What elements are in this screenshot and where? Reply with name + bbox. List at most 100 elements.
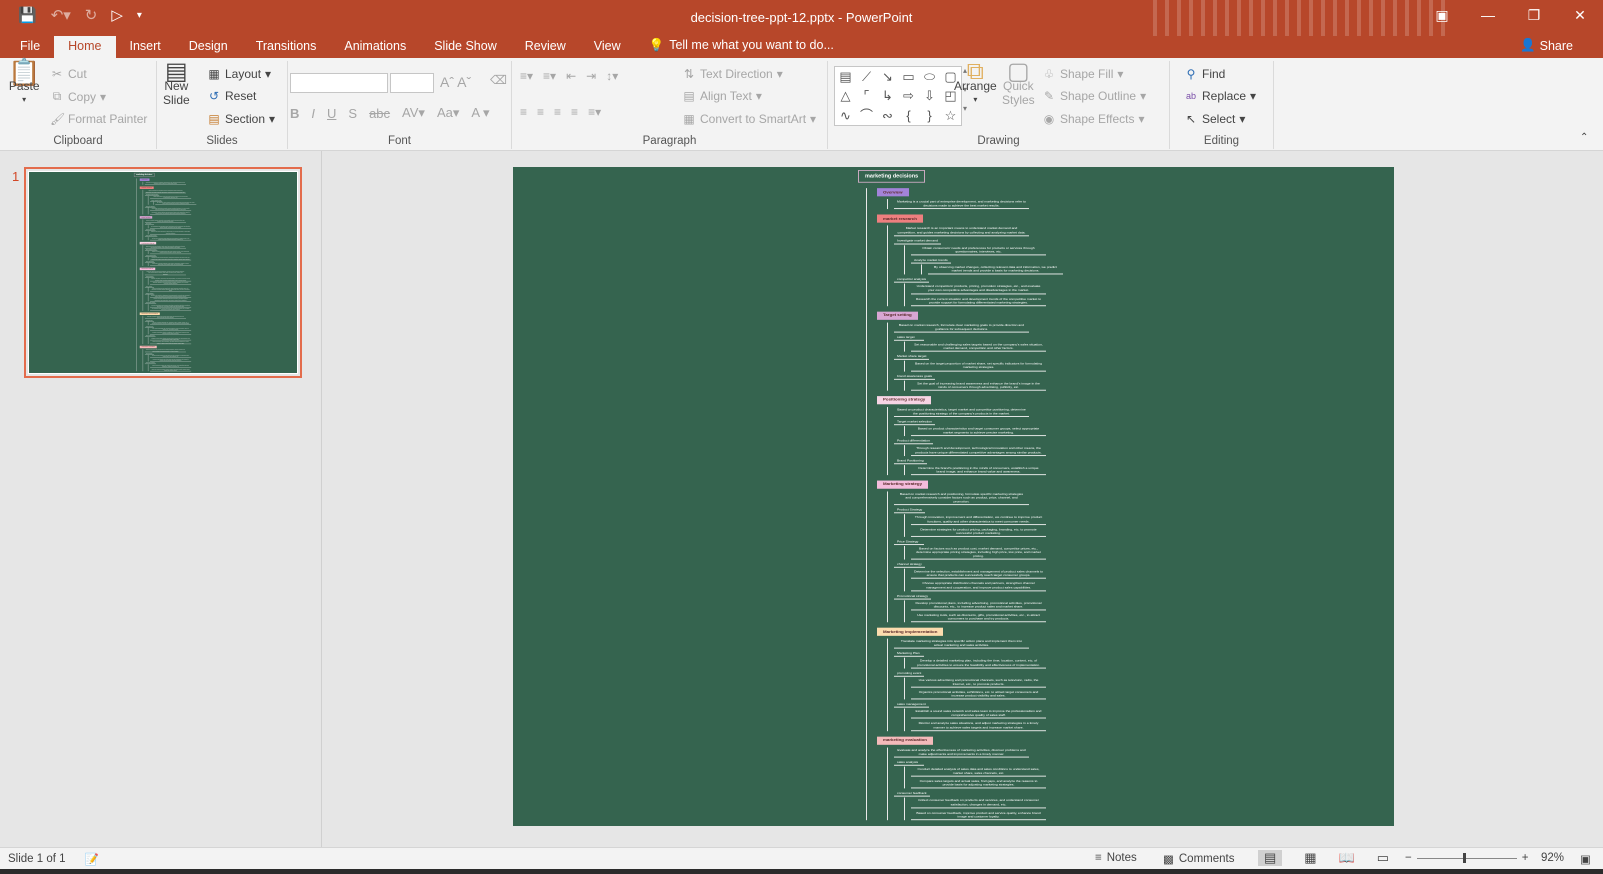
vertical-scrollbar[interactable] (1585, 151, 1603, 847)
collapse-ribbon-icon[interactable]: ⌃ (1580, 132, 1588, 143)
section-button[interactable]: ▤ Section ▾ (207, 112, 275, 126)
restore-button[interactable]: ❐ (1511, 0, 1557, 30)
numbering-icon[interactable]: ≡▾ (543, 69, 556, 83)
node-text[interactable]: Based on factors such as product cost, m… (911, 546, 1046, 560)
layout-button[interactable]: ▦ Layout ▾ (207, 67, 271, 81)
node-text[interactable]: Target market selection (894, 419, 936, 426)
tell-me-box[interactable]: 💡 Tell me what you want to do... (635, 35, 848, 58)
mind-map-root[interactable]: marketing decisions (858, 170, 926, 183)
node-text[interactable]: Based on product characteristics, target… (144, 245, 186, 249)
decrease-indent-icon[interactable]: ⇤ (566, 69, 576, 83)
node-text[interactable]: Price Strategy (894, 538, 924, 545)
node-text[interactable]: By observing market changes, collecting … (928, 264, 1063, 275)
node-text[interactable]: Develop promotional plans, including adv… (911, 600, 1046, 611)
node-text[interactable]: Choose appropriate distribution channels… (150, 298, 192, 302)
zoom-in-icon[interactable]: + (1522, 852, 1529, 864)
node-text[interactable]: Determine the selection, establishment a… (911, 569, 1046, 580)
char-spacing-button[interactable]: AV▾ (402, 105, 425, 121)
category-label[interactable]: market research (877, 214, 923, 224)
star-shape-icon[interactable]: ☆ (940, 106, 961, 125)
font-name-input[interactable] (290, 73, 388, 93)
node-text[interactable]: Market share target (894, 354, 930, 361)
node-text[interactable]: Based on market research and positioning… (144, 271, 186, 276)
find-button[interactable]: ⚲ Find (1184, 67, 1226, 81)
shape-effects-button[interactable]: ◉ Shape Effects ▾ (1042, 112, 1145, 126)
align-right-icon[interactable]: ≡ (554, 105, 561, 119)
node-text[interactable]: Set reasonable and challenging sales tar… (911, 342, 1046, 352)
node-text[interactable]: Obtain consumers' needs and preferences … (911, 245, 1046, 256)
reset-button[interactable]: ↺ Reset (207, 89, 256, 103)
new-slide-button[interactable]: ▤ New Slide (163, 60, 190, 108)
node-text[interactable]: brand awareness goals (894, 373, 936, 380)
triangle-shape-icon[interactable]: △ (835, 86, 856, 105)
strikethrough-button[interactable]: abc (369, 106, 390, 121)
arrow-line-shape-icon[interactable]: ↘ (877, 67, 898, 86)
node-text[interactable]: Through innovation, improvement and diff… (150, 278, 192, 282)
node-text[interactable]: sales analysis (894, 759, 924, 766)
node-text[interactable]: Market research is an important means to… (894, 226, 1029, 236)
node-text[interactable]: Promotional strategy (894, 593, 932, 600)
zoom-out-icon[interactable]: − (1405, 852, 1412, 864)
left-brace-icon[interactable]: { (898, 106, 919, 125)
shape-fill-button[interactable]: ♧ Shape Fill ▾ (1042, 67, 1124, 81)
shadow-button[interactable]: S (348, 106, 357, 121)
tab-insert[interactable]: Insert (116, 36, 175, 58)
node-text[interactable]: Based on factors such as product cost, m… (150, 288, 192, 292)
category-label[interactable]: Target setting (139, 216, 153, 219)
font-color-button[interactable]: A ▾ (471, 105, 489, 121)
line-shape-icon[interactable]: ⟋ (856, 67, 877, 86)
node-text[interactable]: Determine the selection, establishment a… (150, 295, 192, 298)
category-label[interactable]: Positioning strategy (877, 395, 932, 405)
tab-home[interactable]: Home (54, 36, 116, 58)
node-text[interactable]: Compare sales targets and actual sales, … (911, 779, 1046, 789)
node-text[interactable]: promoting event (894, 670, 925, 677)
node-text[interactable]: Evaluate and analyze the effectiveness o… (894, 747, 1029, 758)
comments-button[interactable]: ▩ Comments (1163, 852, 1234, 866)
cut-button[interactable]: ✂ Cut (50, 67, 87, 81)
node-text[interactable]: Research the current situation and devel… (150, 211, 192, 215)
category-label[interactable]: Marketing implementation (877, 627, 944, 637)
node-text[interactable]: Based on product characteristics and tar… (150, 251, 192, 255)
convert-smartart-button[interactable]: ▦ Convert to SmartArt ▾ (682, 112, 816, 126)
ribbon-display-options-icon[interactable]: ▣ (1419, 0, 1465, 30)
node-text[interactable]: Determine strategies for product pricing… (911, 527, 1046, 537)
replace-button[interactable]: ab Replace ▾ (1184, 89, 1256, 103)
clear-formatting-icon[interactable]: ⌫ (490, 73, 507, 87)
node-text[interactable]: Based on consumer feedback, improve prod… (150, 368, 192, 372)
category-label[interactable]: Target setting (877, 311, 918, 320)
node-text[interactable]: Based on market research, formulate clea… (894, 322, 1029, 333)
node-text[interactable]: Market research is an important means to… (144, 190, 186, 194)
slide-sorter-icon[interactable]: ▦ (1304, 850, 1316, 866)
node-text[interactable]: Based on the target proportion of market… (150, 231, 192, 235)
mind-map-root[interactable]: marketing decisions (133, 172, 155, 177)
tab-view[interactable]: View (580, 36, 635, 58)
node-text[interactable]: Based on consumer feedback, improve prod… (911, 810, 1046, 821)
tab-file[interactable]: File (6, 36, 54, 58)
node-text[interactable]: Determine strategies for product pricing… (150, 282, 192, 285)
align-left-icon[interactable]: ≡ (520, 105, 527, 119)
category-label[interactable]: Overview (139, 178, 150, 181)
node-text[interactable]: Analyze market trends (911, 257, 951, 264)
justify-icon[interactable]: ≡ (571, 105, 578, 119)
category-label[interactable]: marketing evaluation (877, 736, 933, 745)
node-text[interactable]: Evaluate and analyze the effectiveness o… (144, 349, 186, 353)
node-text[interactable]: Translate marketing strategies into spec… (144, 316, 186, 319)
slide-canvas[interactable]: marketing decisions Overview Marketing is… (513, 167, 1394, 826)
node-text[interactable]: Monitor and analyze sales situations, an… (150, 341, 192, 344)
node-text[interactable]: Set the goal of increasing brand awarene… (911, 380, 1046, 391)
category-label[interactable]: Marketing strategy (877, 480, 929, 489)
quick-styles-button[interactable]: ▢ Quick Styles (1002, 60, 1035, 108)
node-text[interactable]: By observing market changes, collecting … (155, 202, 197, 205)
node-text[interactable]: Set the goal of increasing brand awarene… (150, 237, 192, 241)
spell-check-icon[interactable]: 📝 (85, 852, 99, 866)
normal-view-icon[interactable]: ▤ (1258, 850, 1283, 866)
category-label[interactable]: Positioning strategy (139, 241, 157, 245)
right-brace-icon[interactable]: } (919, 106, 940, 125)
italic-button[interactable]: I (311, 106, 315, 121)
node-text[interactable]: competitor analysis (894, 276, 930, 283)
tab-review[interactable]: Review (511, 36, 580, 58)
slide-thumbnail[interactable]: marketing decisions Overview Marketing is… (24, 167, 302, 378)
node-text[interactable]: sales target (894, 334, 924, 341)
right-arrow-shape-icon[interactable]: ⇨ (898, 86, 919, 105)
node-text[interactable]: Use marketing tools, such as discounts, … (911, 612, 1046, 623)
